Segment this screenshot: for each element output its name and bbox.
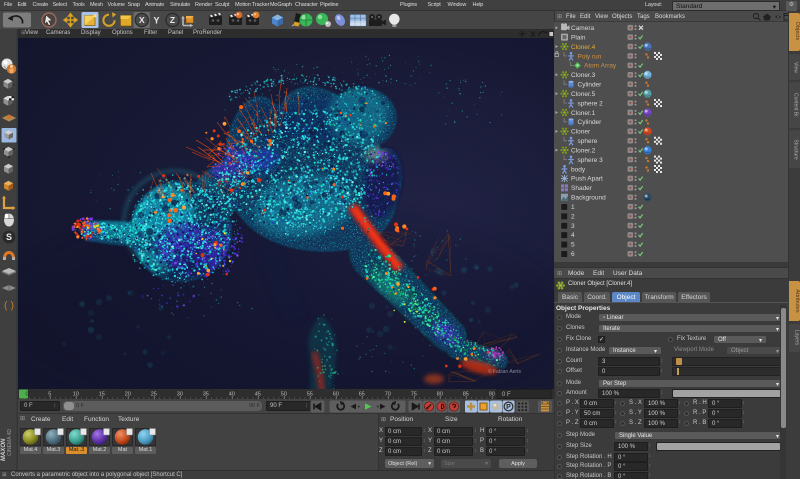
svg-text:(): ()	[3, 301, 15, 313]
svg-text:X: X	[139, 15, 145, 25]
svg-text:S: S	[6, 232, 12, 242]
svg-text:Y: Y	[153, 16, 159, 26]
svg-text:Z: Z	[170, 15, 175, 25]
